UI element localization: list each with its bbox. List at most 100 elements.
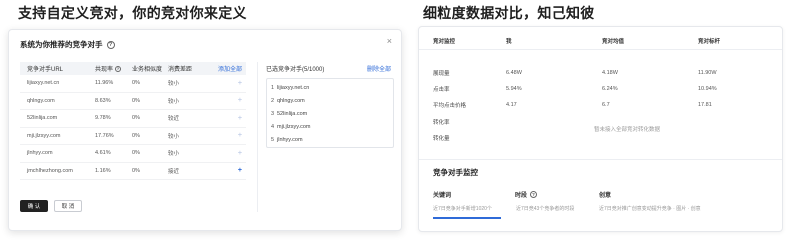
row-similarity: 0% (132, 132, 140, 139)
row-url: jlnhyy.com (27, 150, 53, 157)
row-share: 1.16% (95, 167, 111, 174)
competitor-recommend-modal: 系统为你推荐的竞争对手 ? × 竞争对手URL 共现率 ? 业务相似度 消费差距… (8, 29, 402, 231)
right-heading: 细粒度数据对比，知己知彼 (423, 5, 595, 21)
compare-header: 竞对监控 我 竞对均值 竞对标杆 (419, 27, 782, 50)
add-icon[interactable]: + (238, 150, 242, 157)
left-heading: 支持自定义竞对，你的竞对你来定义 (18, 5, 247, 21)
item-url: jlnhyy.com (277, 136, 303, 143)
header-preference: 消费差距 (168, 67, 193, 73)
modal-title: 系统为你推荐的竞争对手 ? (20, 39, 115, 50)
table-row: mji.jlzsyy.com 17.76% 0% 较小 + (20, 128, 246, 145)
row-url: qhlngy.com (27, 97, 55, 104)
item-url: qhlngy.com (277, 97, 305, 104)
header-url: 竞争对手URL (27, 67, 64, 73)
page: 支持自定义竞对，你的竞对你来定义 细粒度数据对比，知己知彼 系统为你推荐的竞争对… (0, 0, 791, 241)
item-url: 52linlija.com (277, 110, 308, 117)
row-url: mji.jlzsyy.com (27, 132, 61, 139)
selected-panel: 已选竞争对手(5/1000) 删除全部 1 lijiaxyy.net.cn 2 qhl… (257, 62, 395, 212)
header-share: 共现率 ? (95, 64, 132, 73)
row-preference: 较小 (168, 98, 180, 105)
item-number: 1 (271, 84, 275, 91)
tab-creative-label: 创意 (599, 193, 612, 199)
metric-self: 5.94% (506, 85, 522, 92)
table-row: 平均点击价格 4.17 6.7 17.81 (419, 98, 782, 111)
metric-best: 10.94% (698, 85, 717, 92)
confirm-button[interactable]: 确 认 (20, 200, 48, 212)
tab-keyword[interactable]: 关键词 (433, 190, 515, 199)
table-row: 点击率 5.94% 6.24% 10.94% (419, 82, 782, 95)
row-share: 4.61% (95, 150, 111, 157)
add-icon[interactable]: + (238, 115, 242, 122)
recommend-table: 竞争对手URL 共现率 ? 业务相似度 消费差距 添加全部 lijiaxyy.n… (20, 62, 246, 212)
table-row: jmchlhezhong.com 1.16% 0% 接近 + (20, 163, 246, 180)
tab-creative[interactable]: 创意 (599, 190, 611, 199)
row-url: jmchlhezhong.com (27, 167, 73, 174)
metric-name: 转化率 (433, 119, 450, 126)
metric-self: 6.48W (506, 69, 522, 76)
selected-count: 已选竞争对手(5/1000) (266, 67, 325, 73)
share-help-icon[interactable]: ? (115, 65, 122, 72)
list-item[interactable]: 2 qhlngy.com (267, 94, 393, 107)
compare-panel: 竞对监控 我 竞对均值 竞对标杆 展现量 6.48W 4.18W 11.90W 点击率 5… (418, 26, 783, 232)
header-share-label: 共现率 (95, 67, 114, 73)
monitor-title: 竞争对手监控 (433, 168, 478, 177)
table-header: 竞争对手URL 共现率 ? 业务相似度 消费差距 添加全部 (20, 62, 246, 75)
add-icon[interactable]: + (238, 132, 242, 139)
metric-avg: 6.7 (602, 101, 610, 108)
row-preference: 接近 (168, 168, 180, 175)
empty-text: 暂未接入全部竞对转化数据 (594, 127, 661, 133)
list-item[interactable]: 5 jlnhyy.com (267, 133, 393, 146)
metric-avg: 6.24% (602, 85, 618, 92)
section-divider (419, 159, 782, 160)
row-share: 11.96% (95, 80, 114, 87)
add-icon[interactable]: + (238, 97, 242, 104)
table-row: 展现量 6.48W 4.18W 11.90W (419, 66, 782, 79)
metric-name: 点击率 (433, 86, 450, 93)
row-share: 8.63% (95, 97, 111, 104)
row-similarity: 0% (132, 167, 140, 174)
header-self: 我 (506, 39, 512, 45)
metric-self: 4.17 (506, 101, 517, 108)
item-url: mji.jlzsyy.com (277, 123, 311, 130)
list-item[interactable]: 4 mji.jlzsyy.com (267, 120, 393, 133)
list-item[interactable]: 3 52linlija.com (267, 107, 393, 120)
metric-name: 转化量 (433, 135, 450, 142)
item-number: 3 (271, 110, 275, 117)
add-icon[interactable]: + (238, 167, 242, 174)
table-row: jlnhyy.com 4.61% 0% 较小 + (20, 145, 246, 163)
add-all-link[interactable]: 添加全部 (198, 64, 246, 73)
row-preference: 较小 (168, 133, 180, 140)
item-url: lijiaxyy.net.cn (277, 84, 310, 91)
help-icon[interactable]: ? (106, 40, 115, 49)
row-preference: 较小 (168, 151, 180, 158)
item-number: 2 (271, 97, 275, 104)
cancel-button[interactable]: 取 消 (54, 200, 82, 212)
close-icon[interactable]: × (387, 36, 392, 46)
time-desc: 近7日竞43个竞争者的时段 (516, 206, 575, 212)
row-share: 17.76% (95, 132, 114, 139)
row-share: 9.78% (95, 115, 111, 122)
selected-header: 已选竞争对手(5/1000) 删除全部 (258, 62, 395, 75)
table-row: 52linlija.com 9.78% 0% 较近 + (20, 110, 246, 128)
creative-desc: 近7日竞对推广创意变动提升竞争 · 图片 · 创意 (599, 206, 701, 212)
row-preference: 较近 (168, 116, 180, 123)
item-number: 5 (271, 136, 275, 143)
metric-best: 17.81 (698, 101, 712, 108)
tab-keyword-label: 关键词 (433, 193, 452, 199)
tab-time-label: 时段 (515, 193, 528, 199)
row-similarity: 0% (132, 80, 140, 87)
selected-list: 1 lijiaxyy.net.cn 2 qhlngy.com 3 52linlija.co… (266, 78, 394, 148)
clear-all-link[interactable]: 删除全部 (367, 64, 391, 73)
time-help-icon[interactable]: ? (530, 191, 538, 198)
row-similarity: 0% (132, 150, 140, 157)
table-body: lijiaxyy.net.cn 11.96% 0% 较小 + qhlngy.com 8.63… (20, 75, 246, 180)
active-tab-underline (433, 217, 501, 219)
row-url: 52linlija.com (27, 115, 58, 122)
metric-avg: 4.18W (602, 69, 618, 76)
metric-name: 展现量 (433, 70, 450, 77)
list-item[interactable]: 1 lijiaxyy.net.cn (267, 81, 393, 94)
add-icon[interactable]: + (238, 80, 242, 87)
tab-time[interactable]: 时段? (515, 190, 599, 199)
row-similarity: 0% (132, 97, 140, 104)
metric-best: 11.90W (698, 69, 717, 76)
